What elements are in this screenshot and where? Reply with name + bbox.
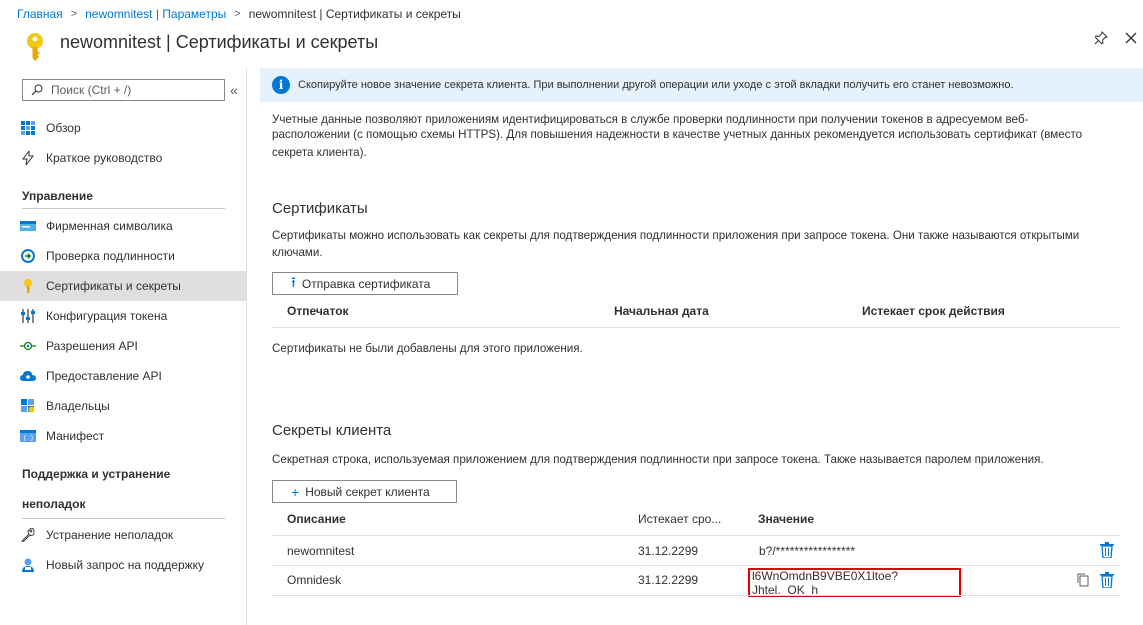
secret-value: b?/***************** bbox=[759, 544, 856, 558]
column-header-expires[interactable]: Истекает срок действия bbox=[862, 304, 1005, 318]
sidebar-item-label: Краткое руководство bbox=[46, 151, 163, 165]
blade-header: newomnitest | Сертификаты и секреты bbox=[0, 26, 1143, 64]
table-header-divider bbox=[272, 535, 1120, 536]
info-icon: i bbox=[272, 76, 290, 94]
section-support-heading-line2: неполадок bbox=[22, 497, 86, 511]
upload-icon: ⭱ bbox=[291, 273, 296, 290]
sidebar-item-certificates[interactable]: Сертификаты и секреты bbox=[0, 271, 246, 301]
breadcrumb-current: newomnitest | Сертификаты и секреты bbox=[248, 7, 461, 21]
support-icon bbox=[20, 557, 36, 573]
close-icon[interactable] bbox=[1124, 31, 1138, 45]
sidebar-item-troubleshooting[interactable]: Устранение неполадок bbox=[0, 520, 246, 550]
grid-icon bbox=[20, 120, 36, 136]
key-icon bbox=[27, 33, 43, 61]
manifest-icon: { } bbox=[20, 428, 36, 444]
sidebar-item-label: Предоставление API bbox=[46, 369, 162, 383]
divider bbox=[22, 518, 225, 519]
intro-text-line2: расположении (с помощью схемы HTTPS). Дл… bbox=[272, 128, 1083, 141]
breadcrumb-parent-link[interactable]: newomnitest | Параметры bbox=[85, 7, 226, 21]
sidebar-item-label: Манифест bbox=[46, 429, 105, 443]
certificates-empty-message: Сертификаты не были добавлены для этого … bbox=[272, 342, 583, 355]
sidebar-item-authentication[interactable]: Проверка подлинности bbox=[0, 241, 246, 271]
sidebar-item-new-support-request[interactable]: Новый запрос на поддержку bbox=[0, 550, 246, 580]
upload-certificate-label: Отправка сертификата bbox=[301, 276, 431, 291]
new-client-secret-label: Новый секрет клиента bbox=[305, 484, 430, 499]
pin-icon[interactable] bbox=[1094, 31, 1108, 45]
expose-api-icon bbox=[20, 368, 36, 384]
sidebar-item-expose-api[interactable]: Предоставление API bbox=[0, 361, 246, 391]
branding-icon bbox=[20, 218, 36, 234]
sidebar-item-label: Сертификаты и секреты bbox=[46, 279, 181, 293]
secret-expires: 31.12.2299 bbox=[638, 573, 699, 587]
sidebar-item-owners[interactable]: Владельцы bbox=[0, 391, 246, 421]
sidebar-item-token-config[interactable]: Конфигурация токена bbox=[0, 301, 246, 331]
row-divider bbox=[272, 595, 1120, 596]
svg-text:{ }: { } bbox=[23, 435, 34, 442]
upload-certificate-button[interactable]: ⭱ Отправка сертификата bbox=[272, 272, 458, 295]
sidebar-item-quickstart[interactable]: Краткое руководство bbox=[0, 143, 246, 173]
breadcrumb: Главная > newomnitest | Параметры > newo… bbox=[17, 6, 461, 22]
breadcrumb-home-link[interactable]: Главная bbox=[17, 7, 63, 21]
info-banner: i Скопируйте новое значение секрета клие… bbox=[260, 68, 1143, 102]
main-content: i Скопируйте новое значение секрета клие… bbox=[248, 68, 1143, 625]
column-header-thumbprint[interactable]: Отпечаток bbox=[287, 304, 349, 318]
certificates-desc-line1: Сертификаты можно использовать как секре… bbox=[272, 229, 1080, 242]
search-icon bbox=[31, 84, 43, 96]
sidebar-item-label: Новый запрос на поддержку bbox=[46, 558, 205, 572]
certificates-heading: Сертификаты bbox=[272, 200, 368, 217]
delete-icon[interactable] bbox=[1100, 572, 1114, 588]
sidebar-item-label: Конфигурация токена bbox=[46, 309, 168, 323]
sidebar-item-label: Проверка подлинности bbox=[46, 249, 175, 263]
section-manage-heading: Управление bbox=[22, 189, 93, 203]
wrench-icon bbox=[20, 527, 36, 543]
column-header-expires[interactable]: Истекает сро... bbox=[638, 512, 721, 526]
breadcrumb-separator: > bbox=[70, 8, 78, 20]
key-icon bbox=[20, 278, 36, 294]
sidebar-item-overview[interactable]: Обзор bbox=[0, 113, 246, 143]
sidebar-item-label: Разрешения API bbox=[46, 339, 138, 353]
section-support-heading: Поддержка и устранение bbox=[22, 467, 171, 481]
secret-value-highlighted[interactable]: l6WnOmdnB9VBE0X1ltoe?Jhtel._OK_h bbox=[748, 568, 961, 597]
quickstart-icon bbox=[20, 150, 36, 166]
sidebar-item-label: Обзор bbox=[46, 121, 81, 135]
page-title: newomnitest | Сертификаты и секреты bbox=[60, 32, 379, 52]
intro-text-line3: секрета клиента). bbox=[272, 146, 367, 159]
collapse-sidebar-icon[interactable]: « bbox=[230, 82, 238, 98]
client-secrets-desc: Секретная строка, используемая приложени… bbox=[272, 453, 1044, 466]
sidebar-item-label: Устранение неполадок bbox=[46, 528, 174, 542]
owners-icon bbox=[20, 398, 36, 414]
column-header-description[interactable]: Описание bbox=[287, 512, 346, 526]
new-client-secret-button[interactable]: + Новый секрет клиента bbox=[272, 480, 457, 503]
table-header-divider bbox=[272, 327, 1120, 328]
sidebar-item-api-permissions[interactable]: Разрешения API bbox=[0, 331, 246, 361]
secret-expires: 31.12.2299 bbox=[638, 544, 699, 558]
certificates-desc-line2: ключами. bbox=[272, 246, 323, 259]
search-box[interactable] bbox=[22, 79, 225, 101]
sidebar-item-branding[interactable]: Фирменная символика bbox=[0, 211, 246, 241]
auth-icon bbox=[20, 248, 36, 264]
secret-description: newomnitest bbox=[287, 544, 355, 558]
api-permissions-icon bbox=[20, 338, 36, 354]
delete-icon[interactable] bbox=[1100, 542, 1114, 558]
secret-value: l6WnOmdnB9VBE0X1ltoe?Jhtel._OK_h bbox=[752, 568, 899, 597]
column-header-start-date[interactable]: Начальная дата bbox=[614, 304, 709, 318]
column-header-value[interactable]: Значение bbox=[758, 512, 814, 526]
breadcrumb-separator: > bbox=[234, 8, 241, 20]
sidebar-item-label: Владельцы bbox=[46, 399, 110, 413]
token-icon bbox=[20, 308, 36, 324]
sidebar-item-label: Фирменная символика bbox=[46, 219, 173, 233]
sidebar: « Обзор Краткое руководство Управление Ф… bbox=[0, 68, 247, 625]
search-input[interactable] bbox=[51, 83, 221, 97]
secret-description: Omnidesk bbox=[287, 573, 342, 587]
row-divider bbox=[272, 565, 1120, 566]
info-banner-text: Скопируйте новое значение секрета клиент… bbox=[298, 79, 1014, 91]
sidebar-item-manifest[interactable]: { } Манифест bbox=[0, 421, 246, 451]
client-secrets-heading: Секреты клиента bbox=[272, 422, 392, 439]
divider bbox=[22, 208, 225, 209]
copy-icon[interactable] bbox=[1077, 573, 1089, 587]
plus-icon: + bbox=[291, 483, 300, 500]
